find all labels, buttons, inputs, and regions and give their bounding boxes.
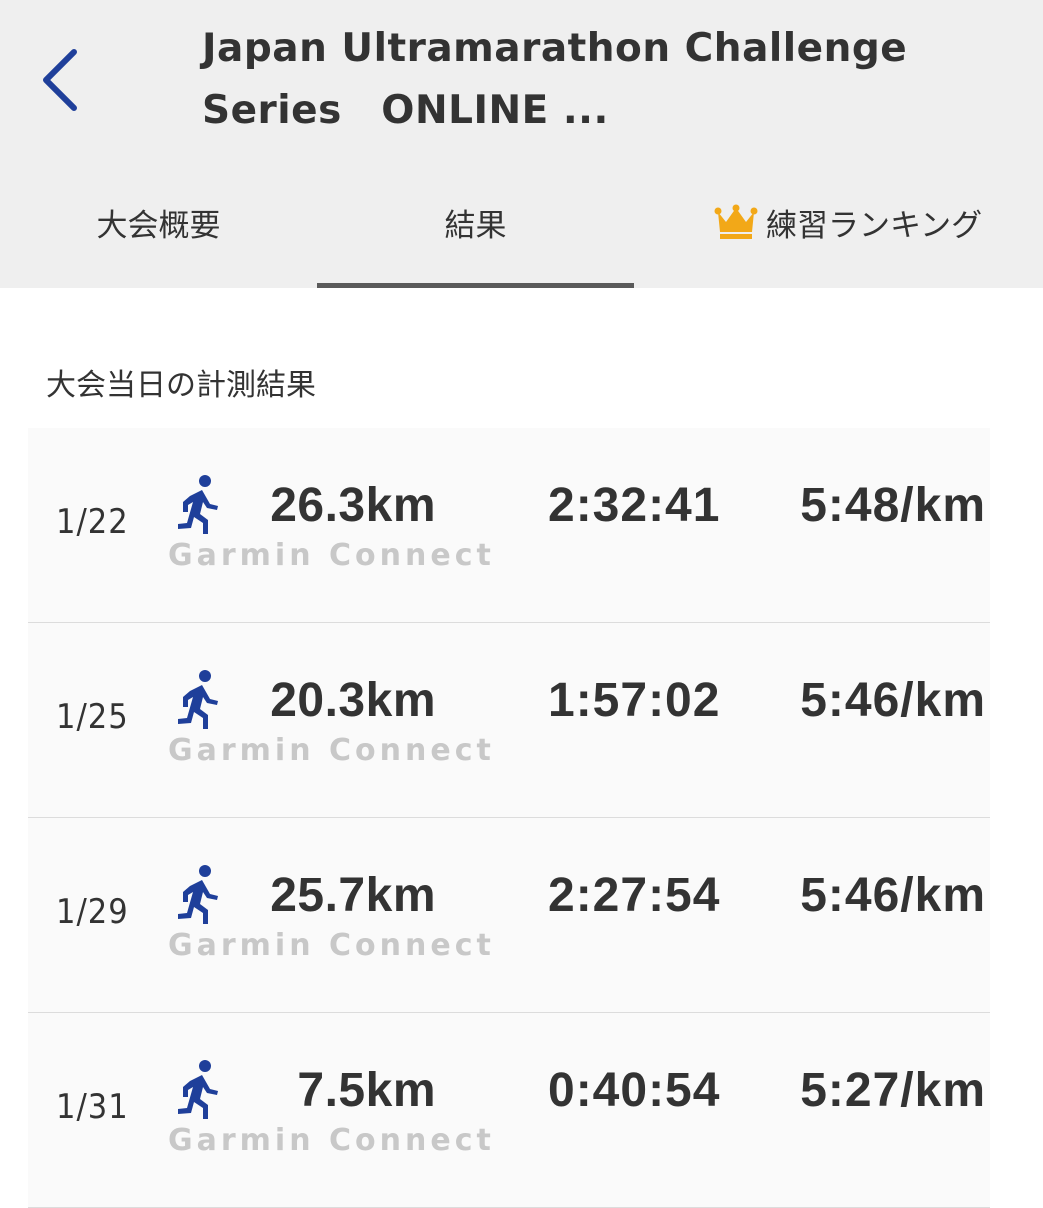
- result-row[interactable]: 1/22 26.3km Garmin Connect 2:32:41 5:48/…: [28, 428, 990, 623]
- section-title: 大会当日の計測結果: [46, 368, 316, 403]
- result-time: 1:57:02: [548, 674, 721, 727]
- result-source: Garmin Connect: [168, 538, 495, 573]
- result-pace: 5:46/km: [800, 869, 986, 922]
- result-pace: 5:27/km: [800, 1064, 986, 1117]
- result-row[interactable]: 1/29 25.7km Garmin Connect 2:27:54 5:46/…: [28, 818, 990, 1013]
- result-time: 0:40:54: [548, 1064, 721, 1117]
- tab-overview[interactable]: 大会概要: [0, 180, 317, 288]
- running-person-icon: [178, 475, 218, 534]
- result-time: 2:27:54: [548, 869, 721, 922]
- tab-results-label: 結果: [444, 208, 507, 244]
- running-person-icon: [178, 670, 218, 729]
- result-source: Garmin Connect: [168, 733, 495, 768]
- result-distance: 7.5km: [297, 1064, 436, 1117]
- result-source: Garmin Connect: [168, 928, 495, 963]
- result-date: 1/29: [56, 892, 129, 932]
- page-title: Japan Ultramarathon Challenge Series ONL…: [202, 26, 908, 133]
- active-tab-indicator: [317, 283, 634, 288]
- results-list: 1/22 26.3km Garmin Connect 2:32:41 5:48/…: [28, 428, 990, 1208]
- result-date: 1/25: [56, 697, 129, 737]
- tab-bar: 大会概要 結果 練習ランキング: [0, 180, 1043, 288]
- result-date: 1/22: [56, 502, 129, 542]
- tab-practice-ranking-label: 練習ランキング: [766, 208, 983, 244]
- result-row[interactable]: 1/25 20.3km Garmin Connect 1:57:02 5:46/…: [28, 623, 990, 818]
- chevron-left-icon: [43, 49, 77, 111]
- running-person-icon: [178, 1060, 218, 1119]
- result-pace: 5:48/km: [800, 479, 986, 532]
- crown-icon: [714, 204, 758, 239]
- result-distance: 26.3km: [270, 479, 436, 532]
- result-distance: 20.3km: [270, 674, 436, 727]
- result-date: 1/31: [56, 1087, 129, 1127]
- result-pace: 5:46/km: [800, 674, 986, 727]
- result-source: Garmin Connect: [168, 1123, 495, 1158]
- result-time: 2:32:41: [548, 479, 721, 532]
- back-button[interactable]: [30, 40, 100, 120]
- app-header: Japan Ultramarathon Challenge Series ONL…: [0, 0, 1043, 288]
- tab-overview-label: 大会概要: [96, 208, 221, 244]
- tab-practice-ranking[interactable]: 練習ランキング: [634, 180, 1043, 288]
- running-person-icon: [178, 865, 218, 924]
- result-distance: 25.7km: [270, 869, 436, 922]
- result-row[interactable]: 1/31 7.5km Garmin Connect 0:40:54 5:27/k…: [28, 1013, 990, 1208]
- tab-results[interactable]: 結果: [317, 180, 634, 288]
